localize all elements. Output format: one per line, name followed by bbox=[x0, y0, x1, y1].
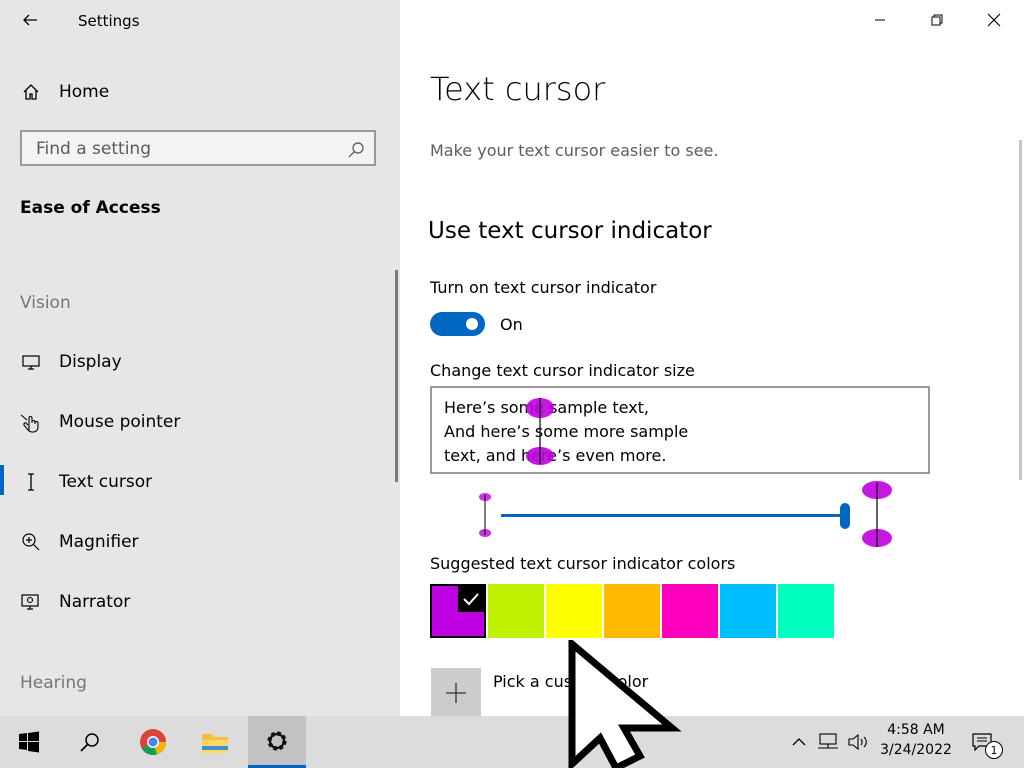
color-swatch[interactable] bbox=[778, 584, 834, 638]
home-icon bbox=[19, 80, 43, 104]
colors-label: Suggested text cursor indicator colors bbox=[430, 554, 736, 573]
clock[interactable]: 4:58 AM 3/24/2022 bbox=[872, 720, 960, 760]
nav-text-cursor[interactable]: Text cursor bbox=[0, 462, 400, 502]
section-title: Ease of Access bbox=[20, 198, 161, 218]
checkmark-icon bbox=[458, 586, 484, 612]
mouse-pointer-icon bbox=[19, 410, 43, 434]
file-explorer-button[interactable] bbox=[186, 716, 244, 768]
nav-narrator[interactable]: Narrator bbox=[0, 582, 400, 622]
color-swatch[interactable] bbox=[430, 584, 486, 638]
plus-icon bbox=[446, 683, 466, 703]
group-hearing: Hearing bbox=[20, 673, 87, 693]
start-button[interactable] bbox=[0, 716, 58, 768]
gear-icon bbox=[267, 730, 287, 751]
content-scrollbar[interactable] bbox=[1019, 140, 1022, 480]
search-box[interactable] bbox=[20, 130, 376, 166]
nav-display[interactable]: Display bbox=[0, 342, 400, 382]
search-input[interactable] bbox=[36, 138, 336, 160]
small-cursor-icon bbox=[479, 493, 491, 537]
restore-button[interactable] bbox=[914, 0, 960, 40]
page-title: Text cursor bbox=[430, 70, 606, 108]
group-vision: Vision bbox=[20, 293, 71, 313]
text-cursor-icon bbox=[19, 470, 43, 494]
search-icon bbox=[80, 733, 99, 752]
toggle-label: Turn on text cursor indicator bbox=[430, 278, 657, 297]
taskbar-search-button[interactable] bbox=[61, 716, 119, 768]
close-icon bbox=[987, 13, 1001, 27]
color-swatch[interactable] bbox=[720, 584, 776, 638]
indicator-heading: Use text cursor indicator bbox=[428, 218, 712, 244]
size-label: Change text cursor indicator size bbox=[430, 361, 695, 380]
chrome-icon bbox=[140, 729, 167, 756]
restore-icon bbox=[931, 14, 943, 26]
cursor-size-slider[interactable] bbox=[476, 481, 896, 550]
nav-magnifier-label: Magnifier bbox=[59, 532, 139, 552]
slider-track[interactable] bbox=[501, 514, 846, 517]
windows-logo-icon bbox=[19, 731, 39, 753]
narrator-icon bbox=[19, 590, 43, 614]
taskbar: 4:58 AM 3/24/2022 1 bbox=[0, 716, 1024, 768]
navigation-pane: Settings Home Ease of Access Vision Disp… bbox=[0, 0, 400, 716]
back-arrow-icon bbox=[23, 14, 37, 26]
search-icon[interactable] bbox=[346, 140, 366, 160]
settings-taskbar-button[interactable] bbox=[248, 716, 306, 768]
color-swatch[interactable] bbox=[488, 584, 544, 638]
volume-icon[interactable] bbox=[846, 730, 870, 754]
nav-narrator-label: Narrator bbox=[59, 592, 131, 612]
monitor-icon bbox=[19, 350, 43, 374]
toggle-state: On bbox=[500, 315, 523, 334]
network-icon[interactable] bbox=[816, 730, 840, 754]
minimize-button[interactable] bbox=[857, 0, 903, 40]
indicator-toggle[interactable] bbox=[430, 312, 485, 336]
close-button[interactable] bbox=[971, 0, 1017, 40]
title-bar bbox=[400, 0, 1024, 40]
preview-cursor-indicator bbox=[526, 398, 554, 465]
color-swatch[interactable] bbox=[662, 584, 718, 638]
nav-scrollbar[interactable] bbox=[395, 270, 398, 482]
chrome-button[interactable] bbox=[124, 716, 182, 768]
file-explorer-icon bbox=[202, 734, 228, 753]
nav-display-label: Display bbox=[59, 352, 122, 372]
nav-home[interactable]: Home bbox=[0, 72, 400, 112]
cursor-size-preview: Here’s some sample text, And here’s some… bbox=[430, 386, 930, 474]
custom-color-label[interactable]: Pick a custom color bbox=[493, 672, 648, 691]
magnifier-icon bbox=[19, 530, 43, 554]
nav-text-cursor-label: Text cursor bbox=[59, 472, 153, 492]
slider-thumb[interactable] bbox=[840, 503, 850, 529]
color-swatch[interactable] bbox=[604, 584, 660, 638]
nav-mouse-pointer-label: Mouse pointer bbox=[59, 412, 181, 432]
color-swatch[interactable] bbox=[546, 584, 602, 638]
toggle-knob bbox=[466, 318, 478, 330]
preview-line: And here’s some more sample bbox=[444, 422, 689, 441]
app-title: Settings bbox=[78, 12, 140, 30]
nav-magnifier[interactable]: Magnifier bbox=[0, 522, 400, 562]
notification-badge: 1 bbox=[985, 741, 1003, 759]
minimize-icon bbox=[875, 19, 885, 21]
nav-mouse-pointer[interactable]: Mouse pointer bbox=[0, 402, 400, 442]
custom-color-button[interactable] bbox=[431, 668, 481, 718]
page-subtitle: Make your text cursor easier to see. bbox=[430, 141, 719, 160]
clock-date: 3/24/2022 bbox=[880, 742, 952, 758]
nav-home-label: Home bbox=[59, 82, 110, 102]
chevron-up-icon[interactable] bbox=[787, 730, 811, 754]
clock-time: 4:58 AM bbox=[887, 722, 945, 738]
large-cursor-icon bbox=[862, 481, 892, 547]
back-button[interactable] bbox=[16, 6, 44, 34]
